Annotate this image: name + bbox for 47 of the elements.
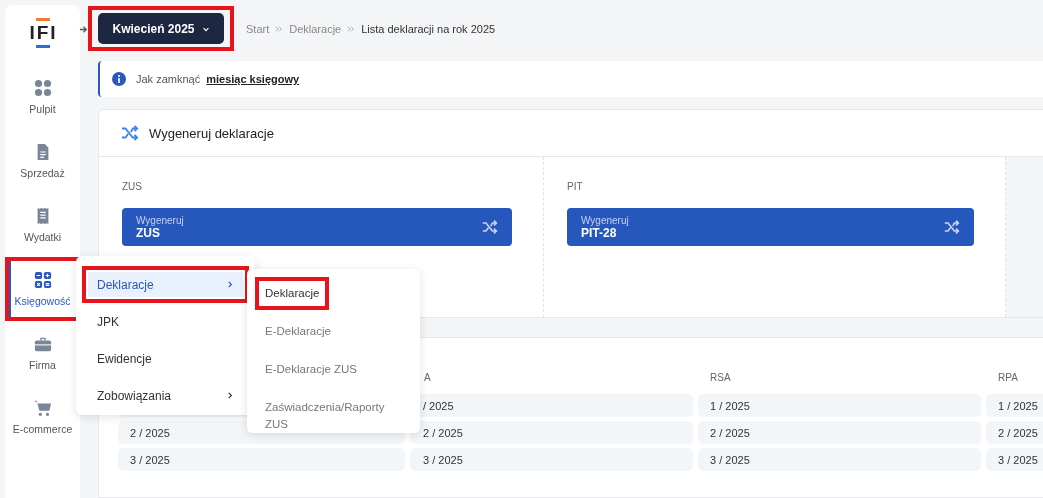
menu-item[interactable]: Ewidencje [82, 340, 249, 377]
period-dropdown-button[interactable]: Kwiecień 2025 [98, 13, 224, 44]
info-text: Jak zamknąć [136, 73, 201, 85]
submenu-item[interactable]: Deklaracje [255, 277, 330, 310]
submenu-item[interactable]: E-Deklaracje ZUS [255, 353, 368, 386]
column-header: A [424, 372, 431, 383]
table-cell: 2 / 2025 [986, 421, 1043, 444]
dots-icon [33, 79, 52, 97]
shuffle-icon [944, 219, 960, 235]
menu-item[interactable]: JPK [82, 303, 249, 340]
menu-item[interactable]: Zobowiązania [82, 377, 249, 414]
chevron-right-icon [226, 391, 235, 400]
menu-item[interactable]: Deklaracje [82, 266, 249, 303]
section-label: PIT [567, 181, 584, 192]
breadcrumb-link[interactable]: Lista deklaracji na rok 2025 [361, 22, 496, 35]
sidebar-item[interactable]: Sprzedaż [5, 129, 80, 193]
submenu-item[interactable]: E-Deklaracje [255, 315, 341, 348]
shuffle-icon [482, 219, 498, 235]
sidebar-item[interactable]: Firma [5, 321, 80, 385]
table-cell: 1 / 2025 [698, 394, 981, 417]
breadcrumb-separator-icon [275, 24, 284, 33]
column-header: RSA [710, 372, 731, 383]
column-header: RPA [998, 372, 1018, 383]
sidebar-item[interactable]: Wydatki [5, 193, 80, 257]
briefcase-icon [33, 335, 52, 353]
section-label: ZUS [122, 181, 143, 192]
info-icon [112, 72, 126, 86]
table-cell: 3 / 2025 [698, 448, 981, 471]
generate-button[interactable]: Wygeneruj ZUS [122, 208, 512, 246]
generate-button[interactable]: Wygeneruj PIT-28 [567, 208, 974, 246]
sidebar-item[interactable]: Pulpit [5, 65, 80, 129]
table-cell: 3 / 2025 [118, 448, 405, 471]
table-cell: 3 / 2025 [410, 448, 693, 471]
breadcrumb-separator-icon [347, 24, 356, 33]
chevron-right-icon [226, 280, 235, 289]
table-cell: 1 / 2025 [986, 394, 1043, 417]
cart-icon [33, 399, 52, 417]
sidebar-item[interactable]: E-commerce [5, 385, 80, 449]
table-cell: 2 / 2025 [698, 421, 981, 444]
shuffle-icon [121, 124, 139, 142]
calculator-icon [33, 271, 52, 289]
card-title: Wygeneruj deklaracje [149, 125, 274, 141]
table-cell: 2 / 2025 [410, 421, 693, 444]
table-cell: 3 / 2025 [986, 448, 1043, 471]
logo[interactable]: IFI [27, 18, 58, 48]
info-link[interactable]: miesiąc księgowy [206, 73, 300, 85]
expand-arrow-icon[interactable] [79, 25, 88, 34]
